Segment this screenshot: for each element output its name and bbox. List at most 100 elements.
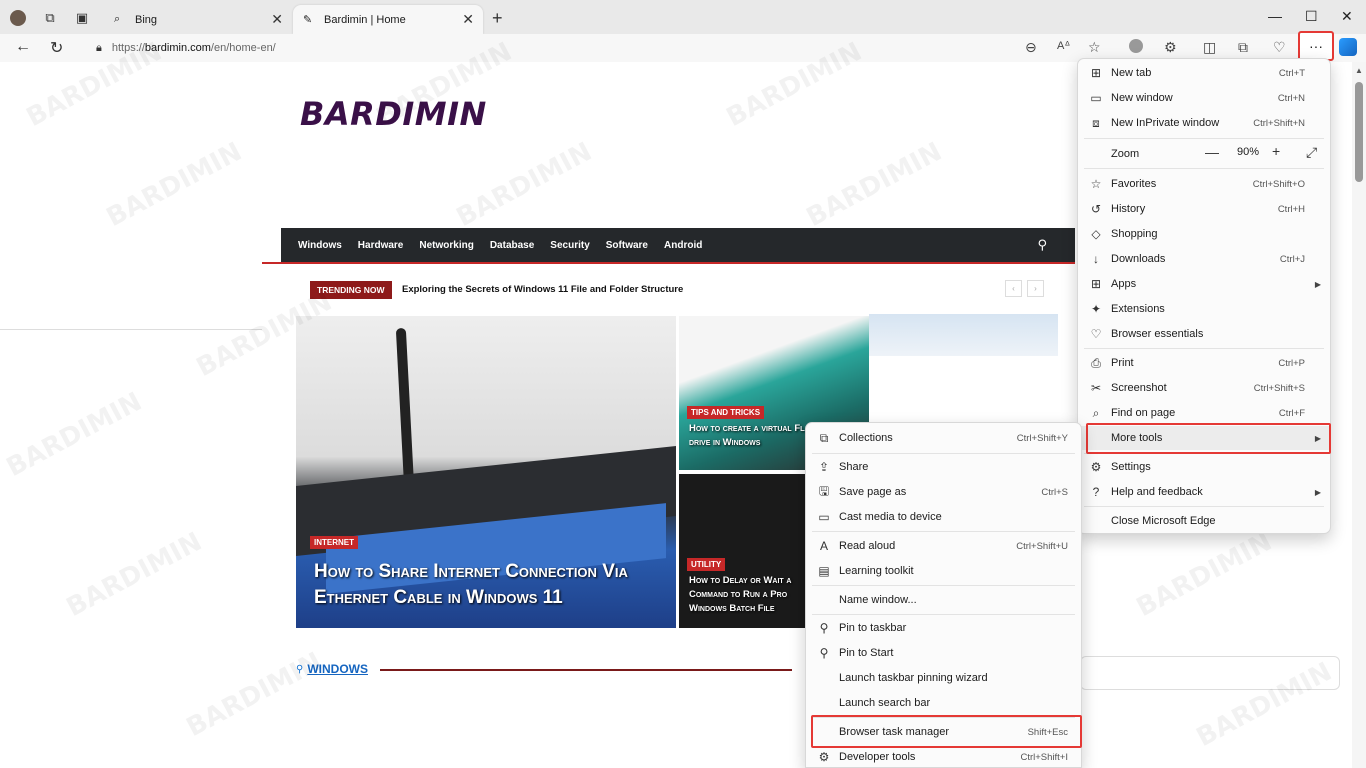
nav-link-windows[interactable]: Windows [298,240,342,251]
address-bar[interactable]: 🔒︎ https://bardimin.com/en/home-en/ [90,36,1110,60]
menu-item-new-inprivate[interactable]: ⧈ New InPrivate window Ctrl+Shift+N [1078,111,1330,135]
category-badge[interactable]: TIPS AND TRICKS [687,406,765,419]
menu-item-settings[interactable]: ⚙ Settings [1078,455,1330,479]
menu-item-downloads[interactable]: ↓ Downloads Ctrl+J [1078,247,1330,271]
menu-item-close-edge[interactable]: Close Microsoft Edge [1078,509,1330,533]
bardimin-favicon-icon: ✎ [303,14,313,26]
hero-image-antenna [395,327,415,489]
new-tab-icon: ⊞ [1090,66,1102,80]
navbar-underline [262,262,1075,264]
close-icon[interactable]: ✕ [462,11,474,28]
collections-icon: ⧉ [819,430,829,445]
nav-link-software[interactable]: Software [606,240,648,251]
refresh-button[interactable]: ↻ [50,38,63,58]
new-tab-button[interactable]: + [492,8,503,29]
menu-item-print[interactable]: ⎙ Print Ctrl+P [1078,351,1330,375]
workspaces-icon[interactable]: ⧉ [41,9,59,27]
search-icon[interactable]: ⚲ [1037,237,1047,253]
menu-item-new-tab[interactable]: ⊞ New tab Ctrl+T [1078,61,1330,85]
adblock-icon[interactable] [1129,39,1143,56]
fullscreen-icon[interactable]: ⤢ [1306,144,1317,161]
minimize-icon[interactable]: — [1268,8,1282,24]
menu-separator [812,614,1075,615]
favorite-star-icon[interactable]: ☆ [1088,39,1101,56]
more-dots-icon: ··· [1309,38,1323,54]
menu-separator [1084,168,1324,169]
menu-item-new-window[interactable]: ▭ New window Ctrl+N [1078,86,1330,110]
menu-item-extensions[interactable]: ✦ Extensions [1078,297,1330,321]
menu-item-read-aloud[interactable]: A Read aloud Ctrl+Shift+U [806,534,1081,558]
zoom-icon[interactable]: ⊖ [1025,39,1037,56]
page-scrollbar[interactable]: ▲ [1352,62,1366,768]
scroll-up-icon[interactable]: ▲ [1355,66,1363,75]
vertical-tabs-icon[interactable]: ▣ [73,9,91,27]
lock-icon[interactable]: 🔒︎ [96,42,102,55]
site-logo[interactable]: BARDIMIN [300,95,487,133]
menu-item-pin-start[interactable]: ⚲ Pin to Start [806,641,1081,665]
menu-separator [1084,506,1324,507]
section-title[interactable]: WINDOWS [307,662,368,676]
trending-headline[interactable]: Exploring the Secrets of Windows 11 File… [402,284,683,295]
pin-icon: ⚲ [819,621,829,635]
nav-link-hardware[interactable]: Hardware [358,240,404,251]
prev-arrow-icon[interactable]: ‹ [1005,280,1022,297]
collections-icon[interactable]: ⧉ [1238,39,1248,56]
nav-link-android[interactable]: Android [664,240,702,251]
heart-icon: ♡ [1090,327,1102,341]
extensions-icon[interactable]: ⚙ [1164,39,1177,56]
nav-link-security[interactable]: Security [550,240,589,251]
hero-title[interactable]: How to Share Internet Connection Via Eth… [314,559,664,611]
menu-item-save-page[interactable]: 🖫︎ Save page as Ctrl+S [806,480,1081,504]
site-navbar: Windows Hardware Networking Database Sec… [281,228,1075,262]
page-margin [0,62,262,330]
menu-item-favorites[interactable]: ☆ Favorites Ctrl+Shift+O [1078,172,1330,196]
menu-item-name-window[interactable]: Name window... [806,588,1081,612]
menu-item-learning-toolkit[interactable]: ▤ Learning toolkit [806,559,1081,583]
profile-avatar[interactable] [9,9,27,27]
menu-item-screenshot[interactable]: ✂ Screenshot Ctrl+Shift+S [1078,376,1330,400]
menu-item-help[interactable]: ? Help and feedback ▶ [1078,480,1330,504]
category-badge[interactable]: UTILITY [687,558,726,571]
read-aloud-icon[interactable]: Aᐞ [1057,39,1070,52]
menu-item-shopping[interactable]: ◇ Shopping [1078,222,1330,246]
menu-item-developer-tools[interactable]: ⚙ Developer tools Ctrl+Shift+I [806,745,1081,768]
trending-badge: TRENDING NOW [310,281,392,299]
menu-item-pinning-wizard[interactable]: Launch taskbar pinning wizard [806,666,1081,690]
learning-toolkit-icon: ▤ [818,564,830,578]
print-icon: ⎙ [1091,355,1101,370]
menu-item-pin-taskbar[interactable]: ⚲ Pin to taskbar [806,616,1081,640]
next-arrow-icon[interactable]: › [1027,280,1044,297]
card-title[interactable]: How to Delay or Wait a Command to Run a … [689,574,814,616]
url-domain: bardimin.com [144,42,211,54]
copilot-icon[interactable] [1339,38,1357,56]
tab-bardimin[interactable]: ✎ Bardimin | Home ✕ [293,5,483,34]
hero-article[interactable]: INTERNET How to Share Internet Connectio… [296,316,676,628]
task-manager-highlight [811,715,1082,748]
settings-and-more-button[interactable]: ··· [1298,31,1334,61]
floating-widget[interactable] [1080,656,1340,690]
menu-item-share[interactable]: ⇪ Share [806,455,1081,479]
article-card-screenshot[interactable] [869,314,1058,356]
nav-link-networking[interactable]: Networking [419,240,473,251]
split-screen-icon[interactable]: ◫ [1203,39,1216,56]
close-icon[interactable]: ✕ [271,11,283,28]
menu-item-browser-essentials[interactable]: ♡ Browser essentials [1078,322,1330,346]
back-button[interactable]: ← [15,38,31,56]
apps-icon: ⊞ [1090,277,1102,291]
menu-item-apps[interactable]: ⊞ Apps ▶ [1078,272,1330,296]
save-icon: 🖫︎ [818,483,830,498]
menu-item-collections[interactable]: ⧉ Collections Ctrl+Shift+Y [806,426,1081,450]
browser-essentials-icon[interactable]: ♡ [1273,39,1286,56]
close-window-icon[interactable]: ✕ [1341,8,1353,25]
nav-link-database[interactable]: Database [490,240,534,251]
maximize-icon[interactable]: ☐ [1305,8,1318,25]
menu-item-cast[interactable]: ▭ Cast media to device [806,505,1081,529]
menu-item-search-bar[interactable]: Launch search bar [806,691,1081,715]
zoom-in-button[interactable]: + [1272,143,1280,159]
category-badge[interactable]: INTERNET [310,536,358,549]
zoom-out-button[interactable]: — [1205,144,1219,160]
tab-bing[interactable]: ⌕ Bing ✕ [104,5,292,34]
scrollbar-thumb[interactable] [1355,82,1363,182]
menu-item-history[interactable]: ↺ History Ctrl+H [1078,197,1330,221]
menu-item-find-on-page[interactable]: ⌕ Find on page Ctrl+F [1078,401,1330,425]
